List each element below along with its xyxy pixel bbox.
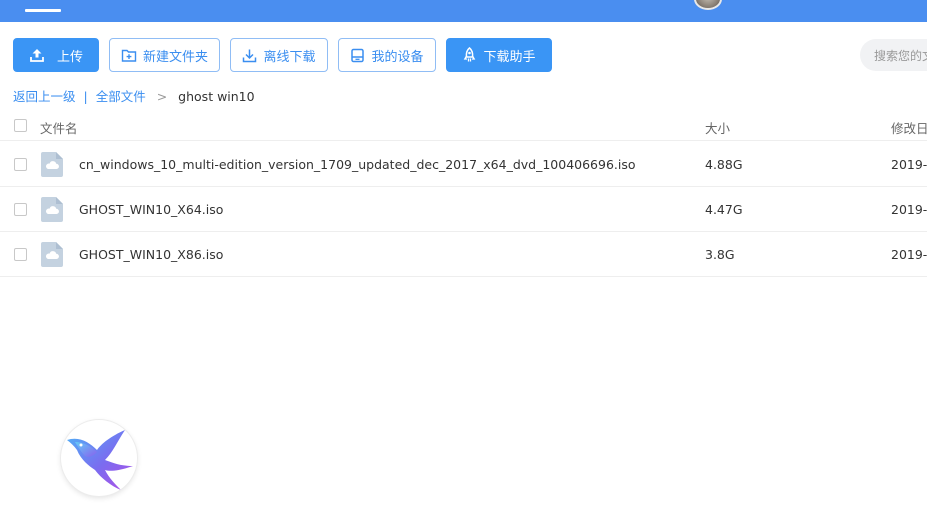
back-link[interactable]: 返回上一级 bbox=[13, 89, 76, 104]
avatar[interactable] bbox=[694, 0, 722, 10]
row-checkbox[interactable] bbox=[14, 158, 27, 171]
new-folder-label: 新建文件夹 bbox=[142, 49, 208, 65]
download-helper-button[interactable]: 下载助手 bbox=[446, 38, 552, 72]
file-date: 2019-0 bbox=[891, 202, 927, 217]
cloud-file-icon bbox=[41, 242, 63, 267]
file-name[interactable]: cn_windows_10_multi-edition_version_1709… bbox=[79, 157, 636, 172]
breadcrumb-separator: | bbox=[83, 89, 88, 104]
device-icon bbox=[351, 48, 365, 62]
rocket-icon bbox=[464, 47, 476, 62]
file-date: 2019-0 bbox=[891, 247, 927, 262]
all-files-link[interactable]: 全部文件 bbox=[96, 89, 146, 104]
file-name[interactable]: GHOST_WIN10_X64.iso bbox=[79, 202, 223, 217]
my-devices-label: 我的设备 bbox=[371, 49, 424, 65]
my-devices-button[interactable]: 我的设备 bbox=[338, 38, 436, 72]
search-placeholder: 搜索您的文 bbox=[874, 48, 927, 63]
download-icon bbox=[243, 49, 257, 62]
file-name[interactable]: GHOST_WIN10_X86.iso bbox=[79, 247, 223, 262]
cloud-file-icon bbox=[41, 152, 63, 177]
active-tab-indicator[interactable] bbox=[25, 9, 61, 12]
column-header-modified[interactable]: 修改日 bbox=[891, 118, 927, 137]
app-logo-button[interactable] bbox=[61, 420, 137, 496]
column-header-name[interactable]: 文件名 bbox=[40, 118, 78, 137]
file-date: 2019-0 bbox=[891, 157, 927, 172]
table-row[interactable]: GHOST_WIN10_X64.iso 4.47G 2019-0 bbox=[0, 187, 927, 232]
file-size: 4.47G bbox=[705, 202, 743, 217]
file-size: 3.8G bbox=[705, 247, 735, 262]
upload-button[interactable]: 上传 bbox=[13, 38, 99, 72]
select-all-checkbox[interactable] bbox=[14, 119, 27, 132]
breadcrumb: 返回上一级 | 全部文件 > ghost win10 bbox=[13, 86, 255, 105]
offline-download-label: 离线下载 bbox=[263, 49, 316, 65]
breadcrumb-arrow: > bbox=[156, 89, 168, 104]
column-header-size[interactable]: 大小 bbox=[705, 118, 730, 137]
download-helper-label: 下载助手 bbox=[483, 49, 536, 65]
file-size: 4.88G bbox=[705, 157, 743, 172]
row-checkbox[interactable] bbox=[14, 203, 27, 216]
new-folder-button[interactable]: 新建文件夹 bbox=[109, 38, 220, 72]
top-bar bbox=[0, 0, 927, 22]
offline-download-button[interactable]: 离线下载 bbox=[230, 38, 328, 72]
table-row[interactable]: GHOST_WIN10_X86.iso 3.8G 2019-0 bbox=[0, 232, 927, 277]
search-input[interactable]: 搜索您的文 bbox=[860, 39, 927, 71]
hummingbird-icon bbox=[67, 430, 133, 490]
table-header: 文件名 大小 修改日 bbox=[0, 109, 927, 141]
row-checkbox[interactable] bbox=[14, 248, 27, 261]
upload-label: 上传 bbox=[56, 49, 83, 65]
folder-plus-icon bbox=[121, 49, 137, 62]
cloud-file-icon bbox=[41, 197, 63, 222]
current-folder: ghost win10 bbox=[178, 89, 255, 104]
upload-icon bbox=[30, 49, 44, 62]
table-row[interactable]: cn_windows_10_multi-edition_version_1709… bbox=[0, 142, 927, 187]
